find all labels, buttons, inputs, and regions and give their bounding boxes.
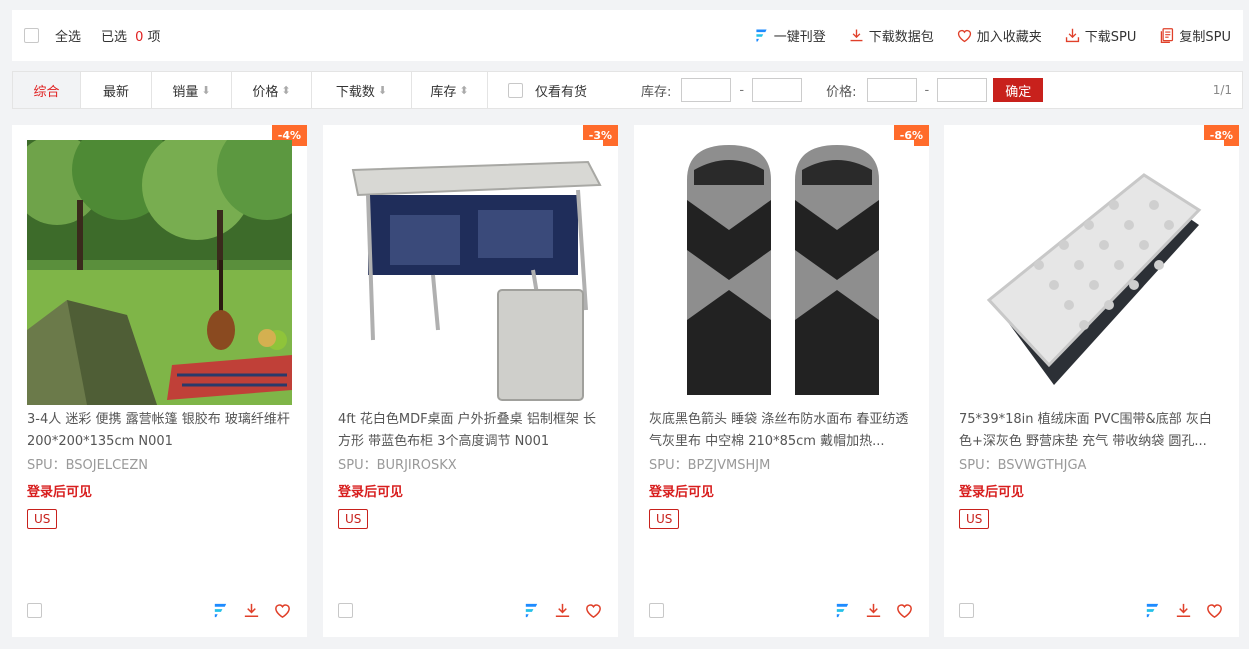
product-spu: SPU：BSOJELCEZN — [27, 458, 148, 473]
region-tag: US — [338, 509, 369, 529]
sort-sales-label: 销量 — [172, 84, 199, 100]
price-max-input[interactable] — [937, 78, 988, 102]
product-image[interactable] — [959, 140, 1224, 405]
sort-downloads-tab[interactable]: 下载数 ⬇ — [312, 72, 412, 108]
sort-down-arrow-icon: ⬇ — [377, 83, 388, 97]
product-image[interactable] — [27, 140, 292, 405]
sort-sales-tab[interactable]: 销量 ⬇ — [152, 72, 232, 108]
sort-downloads-label: 下载数 — [335, 84, 375, 100]
product-card[interactable]: -3% 4ft 花白色MDF桌面 户外折叠桌 铝制框架 长方形 带蓝色布柜 3个… — [323, 125, 618, 637]
price-login-note[interactable]: 登录后可见 — [27, 481, 92, 500]
product-spu: SPU：BURJIROSKX — [338, 458, 457, 473]
copy-icon — [1161, 28, 1174, 43]
sort-price-tab[interactable]: 价格 ⬍ — [232, 72, 312, 108]
stock-range-filter: 库存: - — [641, 72, 804, 108]
product-title[interactable]: 4ft 花白色MDF桌面 户外折叠桌 铝制框架 长方形 带蓝色布柜 3个高度调节… — [338, 409, 603, 453]
download-tray-icon — [1065, 28, 1079, 43]
sort-newest-label: 最新 — [102, 84, 129, 100]
range-dash: - — [739, 82, 745, 98]
sort-overall-label: 综合 — [33, 84, 60, 100]
selected-count: 0 — [135, 30, 144, 45]
select-all-checkbox[interactable] — [24, 28, 39, 43]
region-tag: US — [649, 509, 680, 529]
card-actions — [833, 601, 914, 620]
selected-prefix: 已选 — [101, 30, 128, 45]
product-image[interactable] — [338, 140, 603, 405]
selected-suffix: 项 — [147, 30, 161, 45]
range-dash: - — [924, 82, 930, 98]
only-in-stock-label: 仅看有货 — [535, 84, 588, 100]
only-in-stock-filter[interactable]: 仅看有货 — [508, 72, 587, 108]
product-card[interactable]: -4% 3-4人 迷彩 便携 露营帐篷 银胶布 玻璃纤维杆 200*200*13… — [12, 125, 307, 637]
filter-bar: 综合 最新 销量 ⬇ 价格 ⬍ 下载数 ⬇ 库存 ⬍ 仅看有货 库存: - 价格: - … — [12, 71, 1243, 109]
toolbar-actions: 一键刊登 下载数据包 加入收藏夹 下载SPU 复制SPU — [753, 26, 1231, 45]
product-spu: SPU：BPZJVMSHJM — [649, 458, 771, 473]
price-login-note[interactable]: 登录后可见 — [338, 481, 403, 500]
price-range-label: 价格: — [826, 84, 857, 100]
sort-newest-tab[interactable]: 最新 — [81, 72, 152, 108]
heart-icon[interactable] — [1205, 601, 1224, 620]
product-select-checkbox[interactable] — [338, 603, 353, 618]
download-icon — [850, 29, 863, 42]
stock-range-label: 库存: — [641, 84, 672, 100]
heart-icon — [957, 29, 971, 43]
price-range-filter: 价格: - 确定 — [826, 72, 1044, 108]
download-pack-button[interactable]: 下载数据包 — [848, 26, 934, 45]
heart-icon[interactable] — [273, 601, 292, 620]
download-icon[interactable] — [553, 601, 572, 620]
stock-max-input[interactable] — [752, 78, 803, 102]
heart-icon[interactable] — [584, 601, 603, 620]
sort-price-label: 价格 — [252, 84, 279, 100]
publish-label: 一键刊登 — [773, 30, 826, 45]
product-select-checkbox[interactable] — [959, 603, 974, 618]
sort-stock-label: 库存 — [430, 84, 457, 100]
price-login-note[interactable]: 登录后可见 — [649, 481, 714, 500]
download-spu-label: 下载SPU — [1084, 30, 1137, 45]
region-tag: US — [27, 509, 58, 529]
product-image[interactable] — [649, 140, 914, 405]
card-actions — [1143, 601, 1224, 620]
only-in-stock-checkbox[interactable] — [508, 82, 523, 98]
publish-icon[interactable] — [1143, 601, 1162, 620]
product-spu: SPU：BSVWGTHJGA — [959, 458, 1087, 473]
publish-button[interactable]: 一键刊登 — [753, 26, 826, 45]
product-select-checkbox[interactable] — [649, 603, 664, 618]
sort-updown-icon: ⬍ — [281, 83, 291, 97]
price-login-note[interactable]: 登录后可见 — [959, 481, 1024, 500]
stock-min-input[interactable] — [681, 78, 732, 102]
card-actions — [211, 601, 292, 620]
publish-icon[interactable] — [211, 601, 230, 620]
download-pack-label: 下载数据包 — [868, 30, 934, 45]
selection-toolbar: 全选 已选 0项 一键刊登 下载数据包 加入收藏夹 下载SPU 复制SPU — [12, 10, 1243, 61]
download-spu-button[interactable]: 下载SPU — [1064, 26, 1137, 45]
sort-down-arrow-icon: ⬇ — [201, 83, 211, 97]
download-icon[interactable] — [1174, 601, 1193, 620]
add-favorite-label: 加入收藏夹 — [976, 30, 1042, 45]
download-icon[interactable] — [864, 601, 883, 620]
copy-spu-label: 复制SPU — [1179, 30, 1231, 45]
publish-icon — [756, 29, 767, 42]
confirm-filter-button[interactable]: 确定 — [993, 78, 1044, 102]
add-favorite-button[interactable]: 加入收藏夹 — [956, 26, 1042, 45]
product-title[interactable]: 75*39*18in 植绒床面 PVC围带&底部 灰白色+深灰色 野营床垫 充气… — [959, 409, 1224, 453]
card-actions — [522, 601, 603, 620]
select-all-label[interactable]: 全选 — [55, 26, 81, 45]
region-tag: US — [959, 509, 990, 529]
copy-spu-button[interactable]: 复制SPU — [1158, 26, 1231, 45]
product-select-checkbox[interactable] — [27, 603, 42, 618]
product-card[interactable]: -6% 灰底黑色箭头 睡袋 涤丝布防水面布 春亚纺透气灰里布 中空棉 210*8… — [634, 125, 929, 637]
sort-stock-tab[interactable]: 库存 ⬍ — [412, 72, 488, 108]
selected-count-text: 已选 0项 — [101, 26, 160, 45]
product-title[interactable]: 灰底黑色箭头 睡袋 涤丝布防水面布 春亚纺透气灰里布 中空棉 210*85cm … — [649, 409, 914, 453]
product-title[interactable]: 3-4人 迷彩 便携 露营帐篷 银胶布 玻璃纤维杆 200*200*135cm … — [27, 409, 292, 453]
publish-icon[interactable] — [833, 601, 852, 620]
sort-updown-icon: ⬍ — [459, 83, 469, 97]
price-min-input[interactable] — [866, 78, 917, 102]
sort-overall-tab[interactable]: 综合 — [13, 72, 81, 108]
download-icon[interactable] — [242, 601, 261, 620]
page-indicator: 1/1 — [1212, 83, 1232, 97]
heart-icon[interactable] — [895, 601, 914, 620]
publish-icon[interactable] — [522, 601, 541, 620]
product-card[interactable]: -8% 75*39*18in 植绒床面 PVC围带&底部 灰白色+深灰色 野营床… — [944, 125, 1239, 637]
